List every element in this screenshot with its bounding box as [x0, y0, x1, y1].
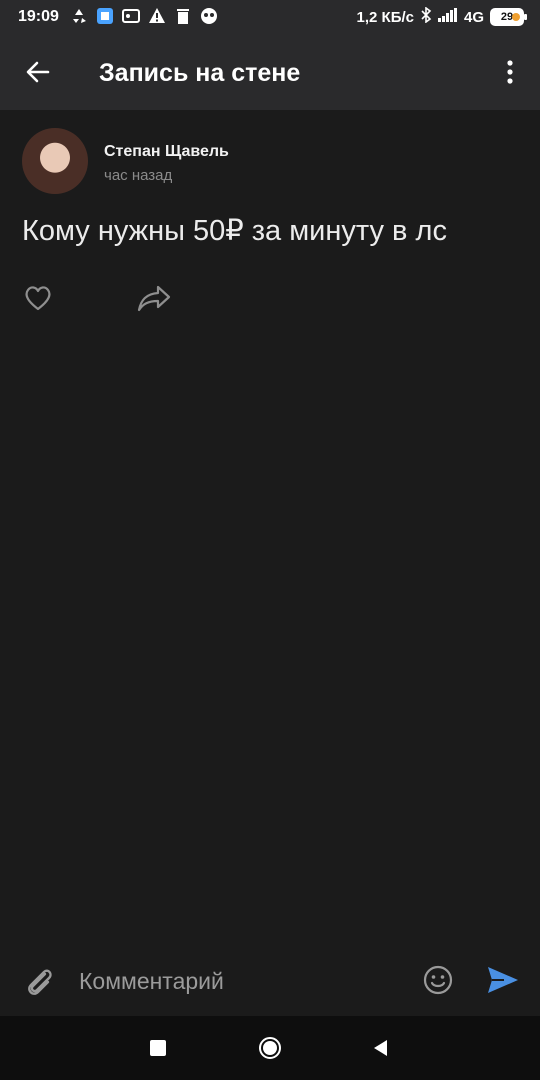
bluetooth-icon [420, 6, 432, 27]
clock: 19:09 [18, 8, 59, 25]
more-vertical-icon[interactable] [500, 58, 520, 86]
page-title: Запись на стене [99, 59, 301, 87]
avatar[interactable] [22, 128, 88, 194]
warning-icon [148, 7, 166, 25]
network-type: 4G [463, 8, 484, 26]
notification-icons [70, 7, 218, 25]
emoji-icon[interactable] [422, 964, 454, 996]
share-icon[interactable] [136, 282, 172, 314]
battery-icon: 29 [490, 8, 527, 26]
comment-input[interactable]: Комментарий [79, 968, 224, 995]
author-name[interactable]: Степан Щавель [104, 143, 229, 161]
back-arrow-icon[interactable] [22, 56, 54, 88]
app-icon [96, 7, 114, 25]
trash-icon [174, 7, 192, 25]
signal-icon [437, 8, 458, 26]
rss-icon [122, 7, 140, 25]
paperclip-icon[interactable] [23, 964, 55, 998]
back-icon[interactable] [371, 1038, 389, 1058]
recycle-icon [70, 7, 88, 25]
post-text: Кому нужны 50₽ за минуту в лс [22, 215, 447, 247]
paw-icon [200, 7, 218, 25]
system-navbar [0, 1016, 540, 1080]
recent-apps-icon[interactable] [150, 1040, 166, 1056]
network-speed: 1,2 КБ/с [356, 8, 414, 26]
app-header: Запись на стене [0, 34, 540, 110]
home-icon[interactable] [258, 1036, 282, 1060]
send-icon[interactable] [486, 964, 520, 996]
comment-composer: Комментарий [0, 946, 540, 1016]
post-time: час назад [104, 167, 173, 184]
status-right: 1,2 КБ/с 4G 29 [356, 6, 527, 27]
heart-icon[interactable] [22, 282, 54, 314]
status-bar: 19:09 1,2 КБ/с 4G 29 [0, 0, 540, 34]
